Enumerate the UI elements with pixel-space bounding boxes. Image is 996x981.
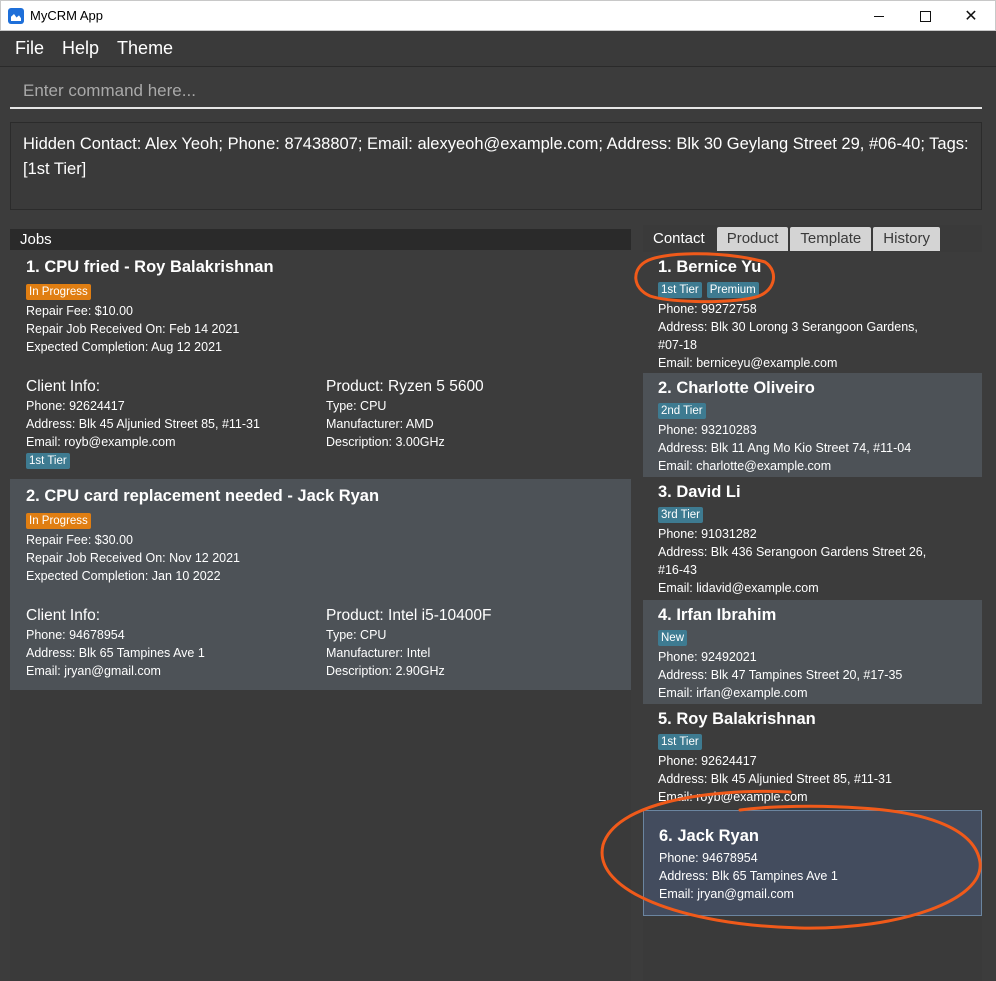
menu-bar: File Help Theme [0, 31, 996, 66]
status-badge: In Progress [26, 513, 91, 529]
contact-card[interactable]: 3. David Li 3rd Tier Phone: 91031282 Add… [643, 477, 982, 600]
window-title: MyCRM App [30, 8, 103, 23]
app-logo-icon [8, 8, 24, 24]
client-phone: Phone: 92624417 [26, 399, 125, 413]
contact-email: Email: lidavid@example.com [658, 581, 819, 595]
menu-theme[interactable]: Theme [117, 38, 173, 59]
tab-product[interactable]: Product [716, 227, 789, 251]
received-date: Repair Job Received On: Feb 14 2021 [26, 322, 240, 336]
command-input[interactable] [10, 75, 982, 107]
contact-card[interactable]: 5. Roy Balakrishnan 1st Tier Phone: 9262… [643, 704, 982, 809]
contact-email: Email: charlotte@example.com [658, 459, 832, 473]
contact-name: 5. Roy Balakrishnan [658, 710, 816, 728]
contact-phone: Phone: 93210283 [658, 423, 757, 437]
command-box [10, 75, 982, 109]
maximize-icon [919, 10, 931, 22]
received-date: Repair Job Received On: Nov 12 2021 [26, 551, 241, 565]
contact-email: Email: jryan@gmail.com [659, 887, 794, 901]
contact-tag: 2nd Tier [658, 403, 706, 419]
job-title: 1. CPU fried - Roy Balakrishnan [26, 258, 274, 276]
minimize-button[interactable] [856, 1, 902, 31]
expected-date: Expected Completion: Aug 12 2021 [26, 340, 222, 354]
client-address: Address: Blk 65 Tampines Ave 1 [26, 646, 205, 660]
close-icon: ✕ [964, 8, 978, 25]
contact-tag: New [658, 630, 688, 646]
contact-card-selected[interactable]: 6. Jack Ryan Phone: 94678954 Address: Bl… [643, 810, 982, 916]
contact-email: Email: royb@example.com [658, 790, 808, 804]
job-card[interactable]: 1. CPU fried - Roy Balakrishnan In Progr… [10, 250, 631, 479]
tab-template[interactable]: Template [790, 227, 872, 251]
job-title: 2. CPU card replacement needed - Jack Ry… [26, 487, 380, 505]
contact-name: 1. Bernice Yu [658, 258, 762, 276]
close-button[interactable]: ✕ [948, 1, 994, 31]
contact-email: Email: berniceyu@example.com [658, 356, 838, 370]
contact-card[interactable]: 4. Irfan Ibrahim New Phone: 92492021 Add… [643, 600, 982, 704]
repair-fee: Repair Fee: $30.00 [26, 533, 134, 547]
minimize-icon [874, 15, 884, 17]
jobs-header: Jobs [10, 229, 631, 250]
contact-card[interactable]: 2. Charlotte Oliveiro 2nd Tier Phone: 93… [643, 373, 982, 477]
job-card[interactable]: 2. CPU card replacement needed - Jack Ry… [10, 479, 631, 690]
product-description: Description: 2.90GHz [326, 664, 445, 678]
tab-contact[interactable]: Contact [643, 227, 715, 251]
right-panel: Contact Product Template History 1. Bern… [643, 225, 982, 981]
contact-address: Address: Blk 30 Lorong 3 Serangoon Garde… [658, 320, 918, 334]
menu-divider [0, 66, 996, 67]
status-badge: In Progress [26, 284, 91, 300]
repair-fee: Repair Fee: $10.00 [26, 304, 134, 318]
contact-address: Address: Blk 11 Ang Mo Kio Street 74, #1… [658, 441, 912, 455]
contact-name: 2. Charlotte Oliveiro [658, 379, 815, 397]
client-info-title: Client Info: [26, 607, 101, 624]
product-description: Description: 3.00GHz [326, 435, 445, 449]
product-title: Product: Ryzen 5 5600 [326, 378, 484, 395]
contact-phone: Phone: 94678954 [659, 851, 758, 865]
result-text: Hidden Contact: Alex Yeoh; Phone: 874388… [23, 135, 969, 178]
product-title: Product: Intel i5-10400F [326, 607, 492, 624]
contact-address: Address: Blk 436 Serangoon Gardens Stree… [658, 545, 927, 559]
contact-address-cont: #07-18 [658, 338, 697, 352]
contact-tag: 1st Tier [658, 734, 702, 750]
product-manufacturer: Manufacturer: Intel [326, 646, 431, 660]
contact-phone: Phone: 91031282 [658, 527, 757, 541]
contact-card[interactable]: 1. Bernice Yu 1st Tier Premium Phone: 992… [643, 252, 982, 373]
contact-phone: Phone: 99272758 [658, 302, 757, 316]
client-email: Email: royb@example.com [26, 435, 176, 449]
result-display: Hidden Contact: Alex Yeoh; Phone: 874388… [10, 122, 982, 210]
contact-address: Address: Blk 47 Tampines Street 20, #17-… [658, 668, 903, 682]
tab-history[interactable]: History [873, 227, 940, 251]
product-type: Type: CPU [326, 399, 387, 413]
contact-tag: 1st Tier [658, 282, 702, 298]
tab-bar: Contact Product Template History [643, 227, 942, 251]
contact-address-cont: #16-43 [658, 563, 697, 577]
client-address: Address: Blk 45 Aljunied Street 85, #11-… [26, 417, 260, 431]
contact-name: 4. Irfan Ibrahim [658, 606, 777, 624]
contact-tag: Premium [706, 282, 759, 298]
product-manufacturer: Manufacturer: AMD [326, 417, 434, 431]
title-bar: MyCRM App ✕ [0, 0, 996, 31]
contact-email: Email: irfan@example.com [658, 686, 808, 700]
contact-phone: Phone: 92624417 [658, 754, 757, 768]
client-phone: Phone: 94678954 [26, 628, 125, 642]
product-type: Type: CPU [326, 628, 387, 642]
client-tag: 1st Tier [26, 453, 70, 469]
contact-address: Address: Blk 45 Aljunied Street 85, #11-… [658, 772, 892, 786]
contact-name: 6. Jack Ryan [659, 827, 759, 845]
maximize-button[interactable] [902, 1, 948, 31]
client-info-title: Client Info: [26, 378, 101, 395]
client-email: Email: jryan@gmail.com [26, 664, 161, 678]
contact-phone: Phone: 92492021 [658, 650, 757, 664]
jobs-panel: Jobs 1. CPU fried - Roy Balakrishnan In … [10, 229, 631, 981]
menu-file[interactable]: File [15, 38, 44, 59]
menu-help[interactable]: Help [62, 38, 99, 59]
contact-tag: 3rd Tier [658, 507, 703, 523]
contact-name: 3. David Li [658, 483, 741, 501]
contact-address: Address: Blk 65 Tampines Ave 1 [659, 869, 838, 883]
expected-date: Expected Completion: Jan 10 2022 [26, 569, 221, 583]
